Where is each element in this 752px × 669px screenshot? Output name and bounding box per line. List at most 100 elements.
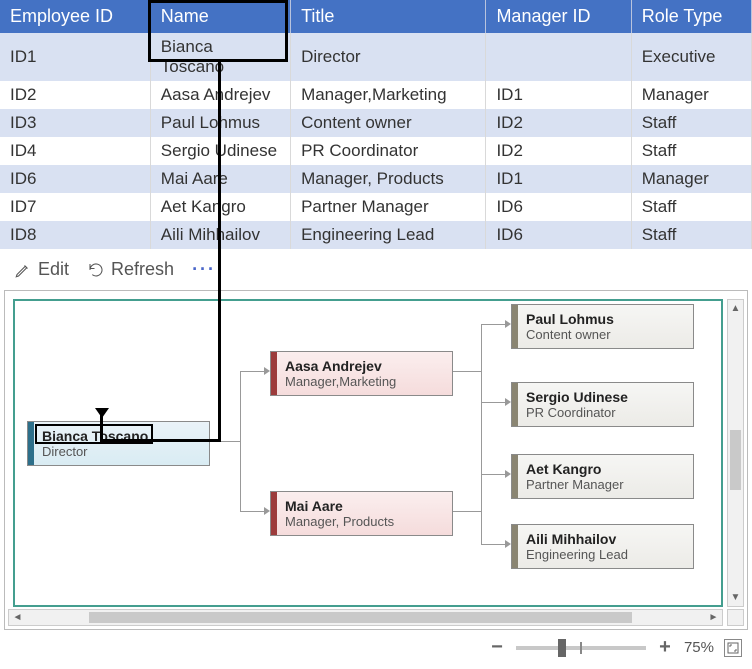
zoom-value: 75%	[684, 639, 714, 656]
table-cell[interactable]: ID3	[0, 109, 150, 137]
table-cell[interactable]: ID2	[0, 81, 150, 109]
col-name[interactable]: Name	[150, 0, 290, 33]
table-cell[interactable]: ID4	[0, 137, 150, 165]
table-row[interactable]: ID7Aet KangroPartner ManagerID6Staff	[0, 193, 752, 221]
card-title: Manager,Marketing	[285, 374, 442, 389]
org-connector	[240, 371, 264, 372]
card-name: Aili Mihhailov	[526, 531, 683, 547]
table-cell[interactable]: ID1	[0, 33, 150, 81]
scroll-right-icon[interactable]: ►	[705, 610, 722, 625]
card-title: Content owner	[526, 327, 683, 342]
org-card-staff[interactable]: Sergio Udinese PR Coordinator	[511, 382, 694, 427]
table-cell[interactable]: Manager,Marketing	[291, 81, 486, 109]
table-row[interactable]: ID4Sergio UdinesePR CoordinatorID2Staff	[0, 137, 752, 165]
fit-icon	[727, 642, 739, 654]
scroll-thumb[interactable]	[730, 430, 741, 490]
card-stripe	[512, 305, 518, 348]
card-title: Partner Manager	[526, 477, 683, 492]
diagram-toolbar: Edit Refresh ···	[0, 249, 752, 290]
table-row[interactable]: ID1Bianca ToscanoDirectorExecutive	[0, 33, 752, 81]
org-connector	[481, 324, 505, 325]
org-connector	[481, 474, 505, 475]
card-stripe	[28, 422, 34, 465]
card-title: Director	[42, 444, 199, 459]
refresh-label: Refresh	[111, 259, 174, 280]
org-connector	[481, 402, 505, 403]
vertical-scrollbar[interactable]: ▲ ▼	[727, 299, 744, 607]
table-cell[interactable]: Staff	[631, 137, 751, 165]
diagram-page: .ah{position:absolute;width:0;height:0;b…	[13, 299, 723, 607]
table-row[interactable]: ID3Paul LohmusContent ownerID2Staff	[0, 109, 752, 137]
org-card-staff[interactable]: Paul Lohmus Content owner	[511, 304, 694, 349]
zoom-thumb[interactable]	[558, 639, 566, 657]
table-cell[interactable]: Manager	[631, 165, 751, 193]
card-name: Paul Lohmus	[526, 311, 683, 327]
zoom-bar: − + 75%	[0, 630, 752, 665]
table-cell[interactable]: Partner Manager	[291, 193, 486, 221]
table-row[interactable]: ID6Mai AareManager, ProductsID1Manager	[0, 165, 752, 193]
connector-line	[100, 439, 221, 442]
zoom-slider[interactable]	[516, 646, 646, 650]
table-cell[interactable]: Content owner	[291, 109, 486, 137]
connector-line	[218, 62, 221, 442]
table-cell[interactable]: ID8	[0, 221, 150, 249]
table-cell[interactable]: Staff	[631, 193, 751, 221]
table-cell[interactable]: ID1	[486, 81, 631, 109]
card-name: Aasa Andrejev	[285, 358, 442, 374]
table-cell[interactable]	[486, 33, 631, 81]
card-stripe	[512, 525, 518, 568]
more-button[interactable]: ···	[192, 259, 216, 280]
org-connector	[481, 324, 482, 544]
scroll-thumb[interactable]	[89, 612, 632, 623]
zoom-in-button[interactable]: +	[656, 636, 674, 659]
table-cell[interactable]: ID7	[0, 193, 150, 221]
org-card-manager[interactable]: Aasa Andrejev Manager,Marketing	[270, 351, 453, 396]
table-cell[interactable]: ID2	[486, 137, 631, 165]
table-cell[interactable]: Staff	[631, 221, 751, 249]
card-title: Engineering Lead	[526, 547, 683, 562]
org-connector	[240, 371, 241, 511]
arrow-down-icon	[95, 408, 109, 418]
table-row[interactable]: ID2Aasa AndrejevManager,MarketingID1Mana…	[0, 81, 752, 109]
diagram-canvas[interactable]: .ah{position:absolute;width:0;height:0;b…	[4, 290, 748, 630]
table-cell[interactable]: Staff	[631, 109, 751, 137]
scroll-down-icon[interactable]: ▼	[728, 589, 743, 606]
org-connector	[240, 511, 264, 512]
table-cell[interactable]: ID6	[486, 193, 631, 221]
table-cell[interactable]: ID6	[486, 221, 631, 249]
table-cell[interactable]: ID1	[486, 165, 631, 193]
table-cell[interactable]: ID2	[486, 109, 631, 137]
org-card-staff[interactable]: Aet Kangro Partner Manager	[511, 454, 694, 499]
table-cell[interactable]: PR Coordinator	[291, 137, 486, 165]
horizontal-scrollbar[interactable]: ◄ ►	[8, 609, 723, 626]
scroll-up-icon[interactable]: ▲	[728, 300, 743, 317]
col-title[interactable]: Title	[291, 0, 486, 33]
org-connector	[451, 511, 481, 512]
edit-button[interactable]: Edit	[14, 259, 69, 280]
fit-to-window-button[interactable]	[724, 639, 742, 657]
pencil-icon	[14, 261, 32, 279]
table-cell[interactable]: Executive	[631, 33, 751, 81]
col-role-type[interactable]: Role Type	[631, 0, 751, 33]
col-employee-id[interactable]: Employee ID	[0, 0, 150, 33]
card-title: PR Coordinator	[526, 405, 683, 420]
scroll-left-icon[interactable]: ◄	[9, 610, 26, 625]
table-cell[interactable]: Manager	[631, 81, 751, 109]
org-card-manager[interactable]: Mai Aare Manager, Products	[270, 491, 453, 536]
table-cell[interactable]: Director	[291, 33, 486, 81]
zoom-out-button[interactable]: −	[488, 636, 506, 659]
employee-table: Employee ID Name Title Manager ID Role T…	[0, 0, 752, 249]
org-connector	[451, 371, 481, 372]
zoom-midpoint	[580, 642, 582, 654]
edit-label: Edit	[38, 259, 69, 280]
col-manager-id[interactable]: Manager ID	[486, 0, 631, 33]
refresh-button[interactable]: Refresh	[87, 259, 174, 280]
table-cell[interactable]: ID6	[0, 165, 150, 193]
table-row[interactable]: ID8Aili MihhailovEngineering LeadID6Staf…	[0, 221, 752, 249]
card-stripe	[512, 455, 518, 498]
table-cell[interactable]: Engineering Lead	[291, 221, 486, 249]
table-cell[interactable]: Manager, Products	[291, 165, 486, 193]
card-stripe	[271, 352, 277, 395]
org-card-staff[interactable]: Aili Mihhailov Engineering Lead	[511, 524, 694, 569]
card-stripe	[512, 383, 518, 426]
